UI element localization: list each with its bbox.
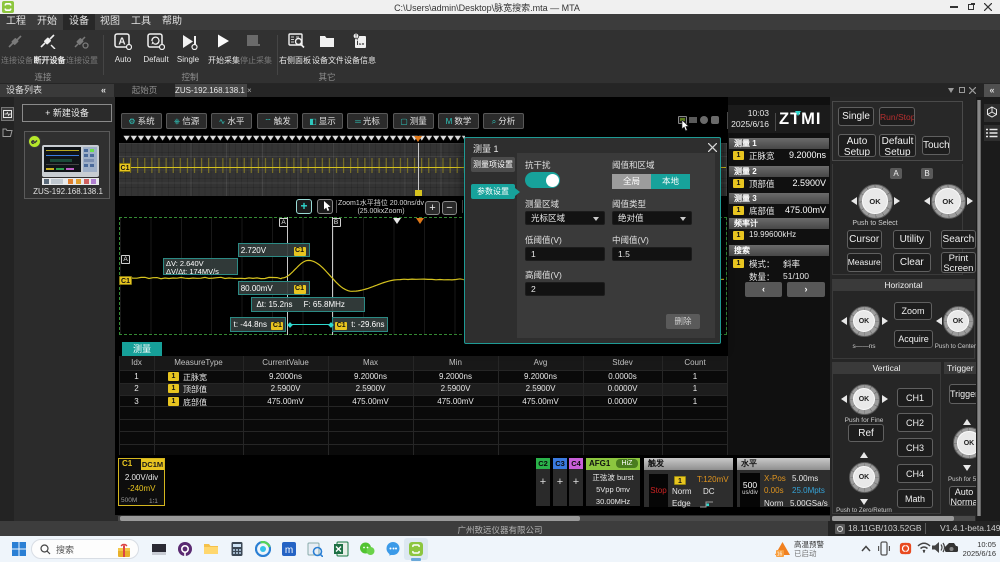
- svg-text:16: 16: [777, 552, 783, 558]
- svg-text:A: A: [118, 37, 125, 48]
- svg-text:m: m: [285, 545, 293, 556]
- svg-text:i₁₀: i₁₀: [357, 40, 365, 47]
- svg-text:!: !: [355, 34, 357, 40]
